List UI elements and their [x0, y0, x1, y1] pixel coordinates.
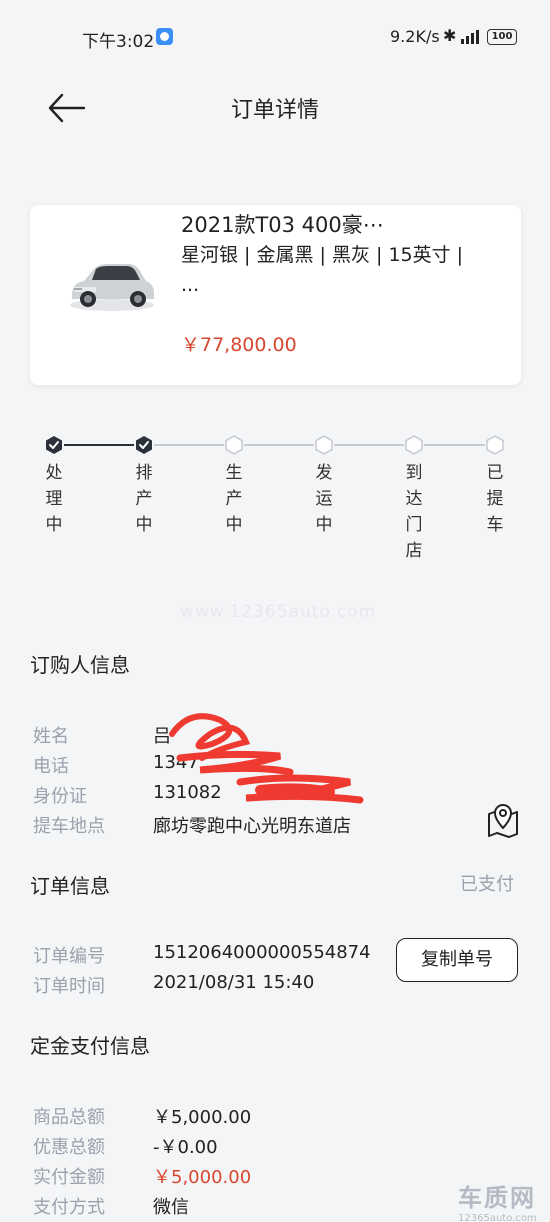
- order-progress-steps: 处理中 排产中 生产中 发运中 到达门店 已提车: [0, 432, 550, 572]
- product-card[interactable]: 2021款T03 400豪⋯ 星河银 | 金属黑 | 黑灰 | 15英寸 | .…: [30, 205, 521, 385]
- battery-icon: 100: [487, 29, 517, 45]
- step-label: 发运中: [315, 463, 333, 535]
- step-pending-icon: [486, 435, 504, 455]
- paid-label: 实付金额: [33, 1167, 105, 1188]
- product-spec: 星河银 | 金属黑 | 黑灰 | 15英寸 | ...: [181, 244, 464, 296]
- step-label: 生产中: [225, 463, 243, 535]
- step-label: 已提车: [486, 463, 504, 535]
- step-pending-icon: [405, 435, 423, 455]
- product-title: 2021款T03 400豪⋯: [181, 213, 384, 237]
- bluetooth-icon: ✱: [443, 26, 457, 45]
- watermark-text: www.12365auto.com: [180, 602, 377, 622]
- step-connector: [64, 444, 134, 446]
- order-number-label: 订单编号: [33, 946, 105, 967]
- discount-label: 优惠总额: [33, 1137, 105, 1158]
- car-icon: [70, 264, 154, 311]
- site-logo-text: 车质网: [458, 1184, 536, 1212]
- order-section-title: 订单信息: [30, 874, 110, 898]
- phone-label: 电话: [33, 756, 69, 777]
- order-status: 已支付: [460, 874, 514, 895]
- payment-section-title: 定金支付信息: [30, 1034, 150, 1058]
- step-pending-icon: [315, 435, 333, 455]
- product-price: ￥77,800.00: [181, 334, 297, 356]
- status-time: 下午3:02: [82, 32, 155, 52]
- buyer-section-title: 订购人信息: [30, 653, 130, 677]
- step-label: 排产中: [135, 463, 153, 535]
- site-logo-sub: 12365auto.com: [458, 1213, 537, 1222]
- id-label: 身份证: [33, 786, 87, 807]
- discount-value: -￥0.00: [153, 1137, 218, 1158]
- pickup-label: 提车地点: [33, 816, 105, 837]
- page-title: 订单详情: [230, 98, 319, 123]
- network-speed: 9.2K/s: [390, 27, 440, 46]
- step-connector: [424, 444, 485, 446]
- map-pin-icon[interactable]: [486, 802, 520, 838]
- order-time-label: 订单时间: [33, 976, 105, 997]
- nav-bar: 订单详情: [0, 72, 550, 142]
- method-value: 微信: [153, 1197, 189, 1218]
- name-label: 姓名: [33, 726, 69, 747]
- step-done-icon: [46, 436, 62, 454]
- order-number-value: 1512064000000554874: [153, 942, 371, 963]
- signal-icon: [461, 30, 481, 44]
- copy-order-number-button[interactable]: 复制单号: [396, 938, 518, 982]
- status-bar: 下午3:02 9.2K/s ✱ 100: [0, 0, 550, 70]
- order-time-value: 2021/08/31 15:40: [153, 972, 315, 993]
- total-value: ￥5,000.00: [153, 1107, 252, 1128]
- step-label: 到达门店: [405, 463, 423, 561]
- step-connector: [334, 444, 404, 446]
- step-done-icon: [136, 436, 152, 454]
- site-logo-watermark: 车质网 12365auto.com: [458, 1178, 548, 1222]
- step-connector: [154, 444, 224, 446]
- method-label: 支付方式: [33, 1197, 105, 1218]
- pickup-value: 廊坊零跑中心光明东道店: [153, 816, 351, 837]
- notification-app-icon: [156, 28, 173, 45]
- step-pending-icon: [225, 435, 243, 455]
- step-connector: [244, 444, 314, 446]
- redaction-scribble: [169, 713, 364, 804]
- step-label: 处理中: [45, 463, 63, 535]
- total-label: 商品总额: [33, 1107, 105, 1128]
- paid-value: ￥5,000.00: [153, 1167, 252, 1188]
